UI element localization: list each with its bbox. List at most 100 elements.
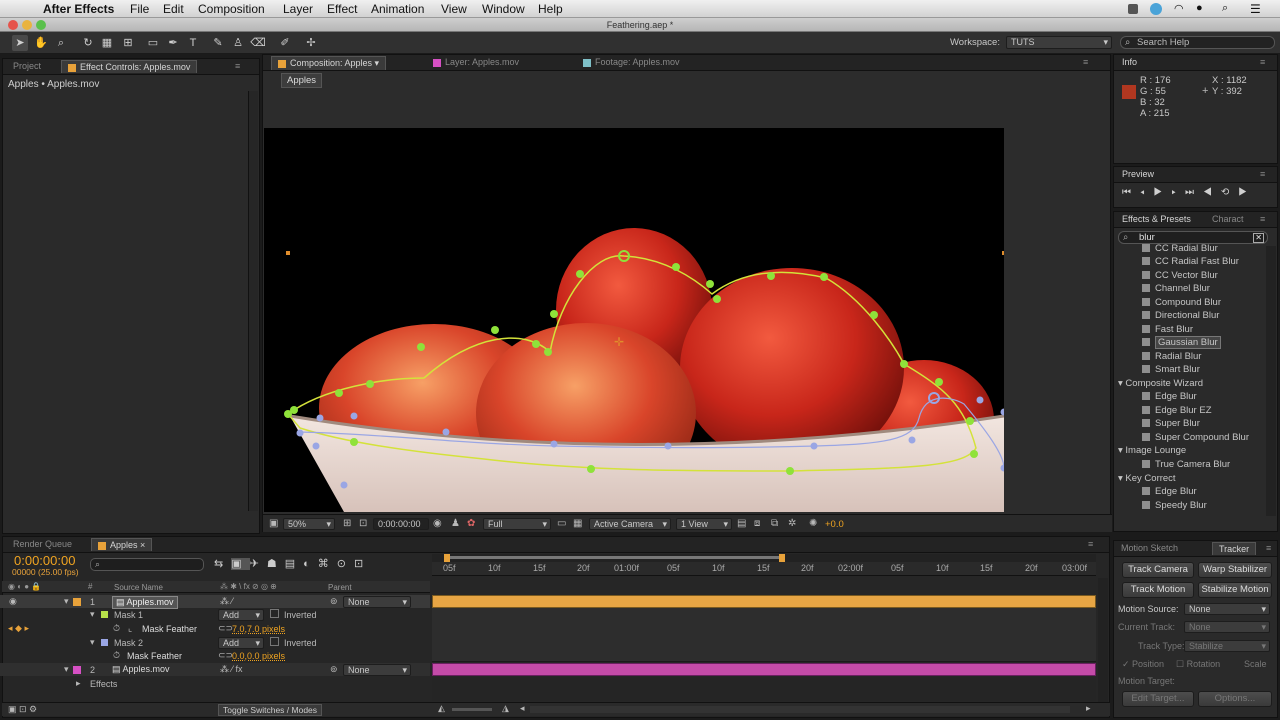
layer-1-duration-bar[interactable] <box>432 595 1096 608</box>
safe-area-icon[interactable]: ⊡ <box>359 518 367 529</box>
pan-behind-tool-icon[interactable]: ⊞ <box>120 35 136 51</box>
draft-3d-icon[interactable]: ✈ <box>250 558 267 570</box>
resolution-icon[interactable]: ⊞ <box>343 518 351 529</box>
parent-pickwhip-icon[interactable]: ⊚ <box>330 596 338 607</box>
effect-item[interactable]: Fast Blur <box>1142 324 1193 335</box>
eraser-tool-icon[interactable]: ⌫ <box>250 35 266 51</box>
effect-item[interactable]: Directional Blur <box>1142 310 1219 321</box>
brainstorm-icon[interactable]: ⊙ <box>337 558 354 570</box>
effects-menu-icon[interactable]: ≡ <box>1260 214 1265 224</box>
camera-tool-icon[interactable]: ▦ <box>99 35 115 51</box>
effects-scrollbar[interactable] <box>1266 246 1276 516</box>
keyframe-navigator-icon[interactable]: ◂ ◆ ▸ <box>8 623 29 634</box>
viewer-timecode[interactable]: 0:00:00:00 <box>373 518 429 530</box>
clone-stamp-tool-icon[interactable]: ♙ <box>230 35 246 51</box>
effect-item[interactable]: Channel Blur <box>1142 283 1210 294</box>
track-camera-button[interactable]: Track Camera <box>1122 562 1194 578</box>
effect-item[interactable]: True Camera Blur <box>1142 459 1230 470</box>
puppet-tool-icon[interactable]: ✢ <box>303 35 319 51</box>
flowchart-icon[interactable]: ✲ <box>788 518 796 529</box>
tab-motion-sketch[interactable]: Motion Sketch <box>1121 543 1178 553</box>
info-menu-icon[interactable]: ≡ <box>1260 57 1265 67</box>
effect-item[interactable]: Smart Blur <box>1142 364 1200 375</box>
mask-1-feather-row[interactable]: ◂ ◆ ▸ ⏱ ⌞ Mask Feather ⊂⊃ 7.0,7.0 pixels <box>0 622 430 635</box>
layer-row-1[interactable]: ◉ ▾ 1 ▤ Apples.mov ⁂ ⁄ ⊚ None ▾ <box>0 595 430 609</box>
footer-icons[interactable]: ▣ ⊡ ⚙ <box>8 704 37 715</box>
parent-select[interactable]: None ▾ <box>343 596 411 608</box>
menu-edit[interactable]: Edit <box>163 2 184 16</box>
effect-item[interactable]: Edge Blur <box>1142 486 1197 497</box>
comp-breadcrumb[interactable]: Apples <box>281 73 323 88</box>
effect-item[interactable]: Compound Blur <box>1142 297 1221 308</box>
menu-composition[interactable]: Composition <box>198 2 265 16</box>
mask-2-row[interactable]: ▾ Mask 2 Add ▾ Inverted <box>0 636 430 649</box>
link-icon[interactable]: ⊂⊃ <box>218 623 233 634</box>
frame-blending-icon[interactable]: ▤ <box>285 558 303 570</box>
menu-view[interactable]: View <box>441 2 467 16</box>
menu-window[interactable]: Window <box>482 2 525 16</box>
exposure-icon[interactable]: ✺ <box>809 518 817 529</box>
anchor-point-icon[interactable]: ✛ <box>614 335 624 349</box>
tab-effect-controls[interactable]: Effect Controls: Apples.mov <box>61 60 198 73</box>
user-icon[interactable]: ● <box>1196 2 1203 14</box>
effect-category[interactable]: ▾ Composite Wizard <box>1118 378 1203 389</box>
menu-help[interactable]: Help <box>538 2 563 16</box>
composition-canvas[interactable]: ✛ <box>264 128 1004 512</box>
scrollbar[interactable] <box>248 91 258 511</box>
stopwatch-icon[interactable]: ⏱ <box>113 623 120 634</box>
tab-effects-presets[interactable]: Effects & Presets <box>1122 214 1191 224</box>
show-snapshot-icon[interactable]: ♟ <box>451 518 460 529</box>
timeline-menu-icon[interactable]: ≡ <box>1088 539 1093 549</box>
preview-menu-icon[interactable]: ≡ <box>1260 169 1265 179</box>
inverted-checkbox[interactable] <box>270 637 279 646</box>
edit-target-button[interactable]: Edit Target... <box>1122 691 1194 707</box>
layer-name[interactable]: ▤ Apples.mov <box>112 664 170 675</box>
effect-item[interactable]: Edge Blur EZ <box>1142 405 1212 416</box>
tab-composition[interactable]: Composition: Apples ▾ <box>271 56 387 70</box>
transparency-grid-icon[interactable]: ▦ <box>573 518 582 529</box>
position-checkbox[interactable]: ✓ Position <box>1122 659 1164 670</box>
rotation-checkbox[interactable]: ☐ Rotation <box>1176 659 1220 670</box>
tab-layer[interactable]: Layer: Apples.mov <box>433 57 519 67</box>
mask-name[interactable]: Mask 1 <box>114 610 143 620</box>
track-motion-button[interactable]: Track Motion <box>1122 582 1194 598</box>
hand-tool-icon[interactable]: ✋ <box>33 35 49 51</box>
expand-icon[interactable]: ▾ <box>64 664 69 675</box>
zoom-tool-icon[interactable]: ⌕ <box>53 35 69 51</box>
tray-sync-icon[interactable] <box>1150 3 1162 15</box>
motion-source-select[interactable]: None ▾ <box>1184 603 1270 615</box>
effect-item[interactable]: Speedy Blur <box>1142 500 1207 511</box>
clear-search-icon[interactable]: ✕ <box>1253 233 1264 243</box>
notifications-icon[interactable]: ☰ <box>1250 2 1261 16</box>
exposure-value[interactable]: +0.0 <box>825 519 844 530</box>
effect-item[interactable]: Super Compound Blur <box>1142 432 1249 443</box>
layer-2-duration-bar[interactable] <box>432 663 1096 676</box>
resolution-select[interactable]: Full ▾ <box>483 518 551 530</box>
effect-item[interactable]: CC Vector Blur <box>1142 270 1218 281</box>
panel-menu-icon[interactable]: ≡ <box>235 61 240 71</box>
visibility-icon[interactable]: ◉ <box>9 596 17 607</box>
effect-category[interactable]: ▾ Image Lounge <box>1118 445 1186 456</box>
brush-tool-icon[interactable]: ✎ <box>210 35 226 51</box>
minimize-window-icon[interactable] <box>22 20 32 30</box>
menu-effect[interactable]: Effect <box>327 2 357 16</box>
work-area-end-handle[interactable] <box>779 554 785 562</box>
source-name-header[interactable]: Source Name <box>114 583 163 592</box>
motion-blur-icon[interactable]: ◐ <box>303 558 318 570</box>
expand-icon[interactable]: ▸ <box>76 678 81 689</box>
tab-tracker[interactable]: Tracker <box>1212 542 1257 555</box>
track-type-select[interactable]: Stabilize ▾ <box>1184 640 1270 652</box>
zoom-out-icon[interactable]: ◭ <box>438 703 445 714</box>
effect-item[interactable]: Super Blur <box>1142 418 1200 429</box>
tab-render-queue[interactable]: Render Queue <box>13 539 72 549</box>
live-update-icon[interactable]: ▣ <box>231 558 250 570</box>
mask-feather-value[interactable]: 0.0,0.0 pixels <box>232 651 285 661</box>
timeline-timecode[interactable]: 0:00:00:00 <box>14 553 75 568</box>
selection-tool-icon[interactable]: ➤ <box>12 35 28 51</box>
type-tool-icon[interactable]: T <box>185 35 201 51</box>
first-frame-icon[interactable]: ⏮ <box>1122 187 1140 198</box>
zoom-select[interactable]: 50% ▾ <box>283 518 335 530</box>
roi-icon[interactable]: ▭ <box>557 518 566 529</box>
link-icon[interactable]: ⊂⊃ <box>218 650 233 661</box>
effect-item[interactable]: Radial Blur <box>1142 351 1201 362</box>
